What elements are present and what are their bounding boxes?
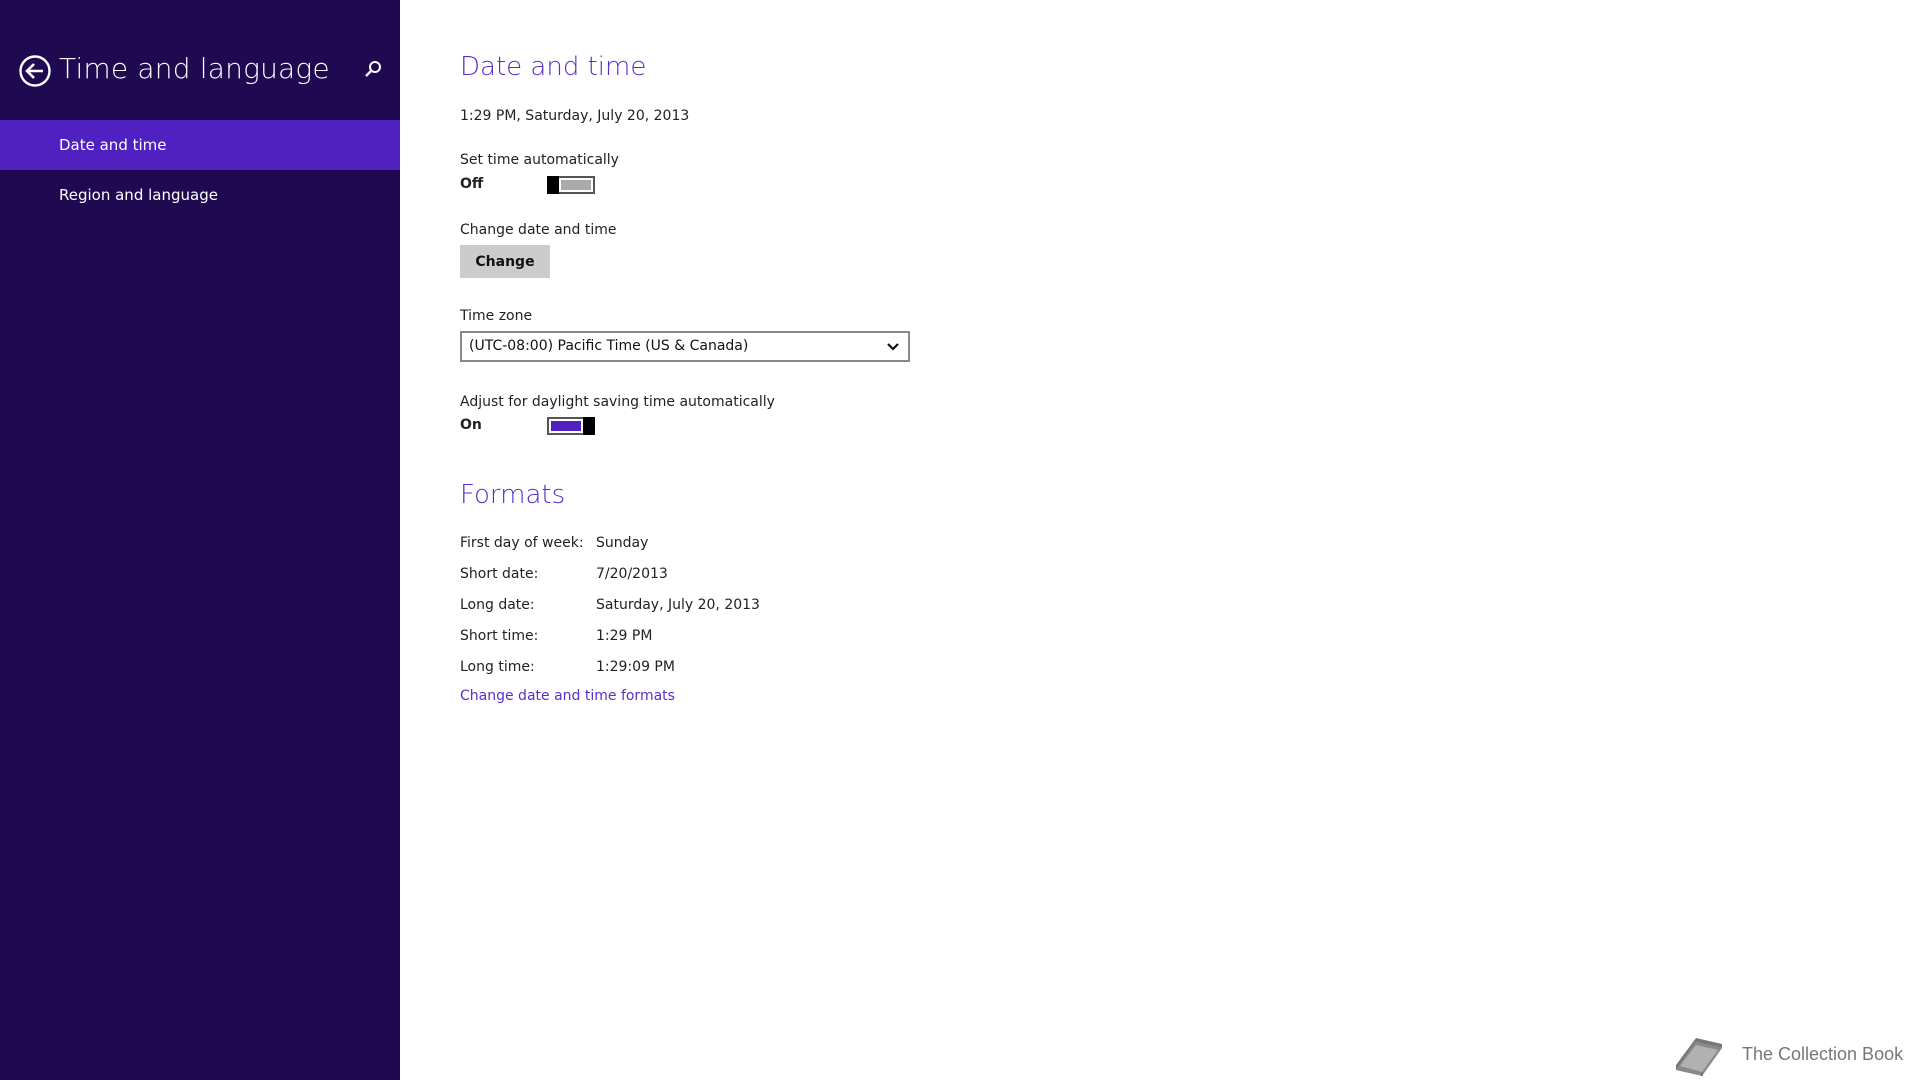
set-time-auto-toggle[interactable] [547, 176, 595, 194]
main-content: Date and time 1:29 PM, Saturday, July 20… [460, 0, 1860, 1080]
set-time-auto-label: Set time automatically [460, 152, 619, 168]
format-label-long-time: Long time: [460, 659, 535, 675]
chevron-down-icon [887, 343, 899, 351]
format-value-long-time: 1:29:09 PM [596, 659, 675, 675]
format-label-long-date: Long date: [460, 597, 535, 613]
time-zone-value: (UTC-08:00) Pacific Time (US & Canada) [469, 338, 749, 354]
section-title-date-and-time: Date and time [460, 52, 647, 82]
change-formats-link[interactable]: Change date and time formats [460, 688, 675, 704]
back-arrow-circle-icon [19, 55, 51, 87]
time-zone-dropdown[interactable]: (UTC-08:00) Pacific Time (US & Canada) [460, 331, 910, 362]
sidebar-title: Time and language [59, 52, 330, 85]
format-value-short-date: 7/20/2013 [596, 566, 668, 582]
sidebar-item-region-and-language[interactable]: Region and language [0, 170, 400, 220]
format-label-short-time: Short time: [460, 628, 539, 644]
toggle-thumb [547, 176, 559, 194]
search-button[interactable] [362, 59, 384, 81]
sidebar-item-date-and-time[interactable]: Date and time [0, 120, 400, 170]
time-zone-label: Time zone [460, 308, 533, 324]
change-date-time-label: Change date and time [460, 222, 617, 238]
watermark: The Collection Book [1672, 1030, 1912, 1080]
toggle-track [551, 421, 581, 431]
format-value-long-date: Saturday, July 20, 2013 [596, 597, 760, 613]
sidebar-item-label: Date and time [59, 136, 167, 154]
change-button[interactable]: Change [460, 245, 550, 278]
set-time-auto-state: Off [460, 176, 484, 192]
format-label-short-date: Short date: [460, 566, 539, 582]
section-title-formats: Formats [460, 480, 566, 510]
format-value-first-day: Sunday [596, 535, 649, 551]
book-icon [1676, 1038, 1722, 1076]
sidebar-item-label: Region and language [59, 186, 218, 204]
format-label-first-day: First day of week: [460, 535, 584, 551]
toggle-thumb [583, 417, 595, 435]
format-value-short-time: 1:29 PM [596, 628, 653, 644]
daylight-saving-label: Adjust for daylight saving time automati… [460, 394, 775, 410]
back-button[interactable] [18, 54, 52, 88]
search-icon [365, 61, 381, 77]
current-datetime: 1:29 PM, Saturday, July 20, 2013 [460, 108, 690, 124]
sidebar: Time and language Date and time Region a… [0, 0, 400, 1080]
daylight-saving-toggle[interactable] [547, 417, 595, 435]
sidebar-header: Time and language [0, 48, 400, 94]
daylight-saving-state: On [460, 417, 482, 433]
toggle-track [561, 180, 591, 190]
watermark-text: The Collection Book [1742, 1044, 1904, 1064]
